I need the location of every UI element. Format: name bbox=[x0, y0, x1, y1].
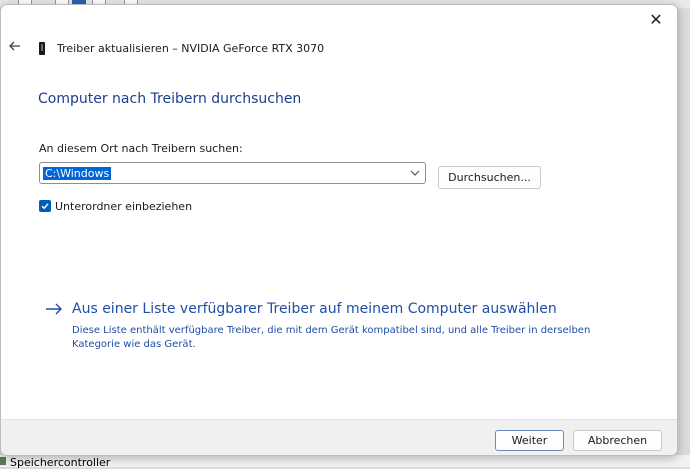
next-button[interactable]: Weiter bbox=[495, 430, 564, 451]
pick-from-list-link[interactable]: Aus einer Liste verfügbarer Treiber auf … bbox=[45, 299, 645, 351]
dialog-footer: Weiter Abbrechen bbox=[1, 419, 677, 455]
background-device-manager: Speichercontroller bbox=[0, 455, 690, 469]
browse-button[interactable]: Durchsuchen... bbox=[438, 166, 541, 189]
checkmark-icon bbox=[41, 203, 49, 210]
close-button[interactable]: ✕ bbox=[643, 9, 669, 31]
close-icon: ✕ bbox=[649, 10, 663, 29]
back-arrow-icon bbox=[9, 41, 20, 51]
include-subfolders-label: Unterordner einbeziehen bbox=[55, 200, 193, 213]
back-button[interactable] bbox=[7, 38, 23, 54]
checkbox[interactable] bbox=[39, 200, 51, 212]
dialog-title: Treiber aktualisieren – NVIDIA GeForce R… bbox=[57, 42, 325, 55]
arrow-right-icon bbox=[46, 303, 62, 315]
storage-controller-icon bbox=[0, 457, 6, 465]
path-label: An diesem Ort nach Treibern suchen: bbox=[39, 142, 243, 155]
background-tree-item[interactable]: Speichercontroller bbox=[10, 456, 110, 469]
page-heading: Computer nach Treibern durchsuchen bbox=[38, 91, 302, 107]
path-input-value[interactable]: C:\Windows bbox=[43, 167, 112, 180]
pick-from-list-title[interactable]: Aus einer Liste verfügbarer Treiber auf … bbox=[72, 301, 557, 317]
pick-from-list-description: Diese Liste enthält verfügbare Treiber, … bbox=[72, 325, 591, 350]
device-icon bbox=[39, 42, 45, 55]
update-driver-dialog: ✕ Treiber aktualisieren – NVIDIA GeForce… bbox=[0, 4, 678, 456]
chevron-down-icon[interactable] bbox=[409, 167, 421, 179]
path-combobox[interactable]: C:\Windows bbox=[39, 162, 426, 184]
cancel-button[interactable]: Abbrechen bbox=[573, 430, 662, 451]
